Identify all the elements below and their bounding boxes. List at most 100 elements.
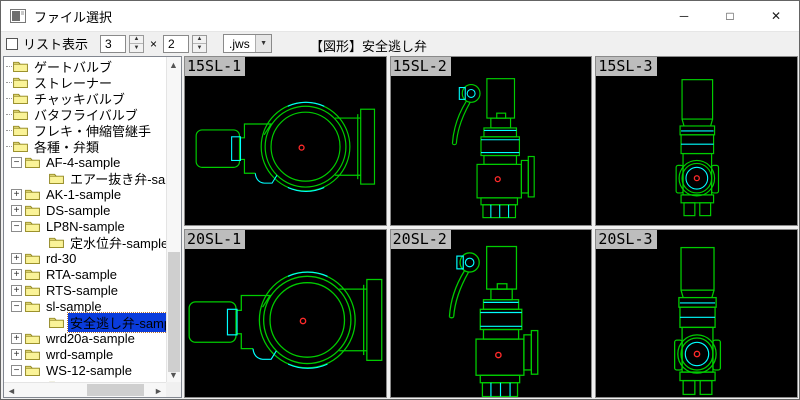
tree-item-label: 定水位弁-sample: [70, 235, 166, 251]
thumbnail-tile[interactable]: 15SL-1: [184, 56, 387, 226]
tree-item-label: wrd-sample: [46, 346, 114, 362]
thumbnail-tile[interactable]: 20SL-2: [389, 228, 593, 398]
filetype-dropdown[interactable]: .jws ▼: [223, 34, 273, 53]
cad-drawing-side-view: [451, 78, 535, 219]
folder-icon: [13, 125, 28, 136]
cad-drawing-front-view: [674, 246, 722, 395]
cad-drawing-front-view: [675, 79, 720, 217]
folder-icon: [13, 93, 28, 104]
figure-category-label: 【図形】安全逃し弁: [310, 39, 428, 54]
tree-item-label: エアー抜き弁-sam: [70, 171, 166, 187]
columns-up-button[interactable]: ▲: [130, 36, 144, 44]
app-icon: [10, 9, 26, 23]
tree-item[interactable]: + rd-30: [4, 250, 166, 266]
thumbnail-tile[interactable]: 20SL-1: [184, 228, 387, 398]
list-view-label: リスト表示: [23, 37, 89, 52]
tree-item[interactable]: − WS-12-sample: [4, 362, 166, 378]
expand-icon[interactable]: +: [11, 348, 22, 360]
toolbar: リスト表示 3 ▲ ▼ × 2 ▲ ▼ .jws ▼ 【図形】安全逃し弁: [1, 31, 799, 55]
tree-item-label: AK-1-sample: [46, 186, 122, 202]
tree-item[interactable]: + AK-1-sample: [4, 186, 166, 202]
cad-drawing-top-view: [195, 101, 376, 193]
tree-item-label: WS-12-sample: [46, 362, 132, 378]
tree-item[interactable]: + wrd-sample: [4, 346, 166, 362]
scroll-left-icon[interactable]: ◄: [4, 383, 19, 397]
minimize-button[interactable]: ─: [661, 1, 707, 31]
collapse-icon[interactable]: −: [11, 220, 22, 232]
folder-icon: [25, 285, 40, 296]
tree-item-label: 安全逃し弁-sample: [66, 311, 166, 333]
columns-input[interactable]: 3: [100, 34, 127, 53]
folder-icon: [25, 205, 40, 216]
tree-connector: [6, 81, 12, 83]
list-view-checkbox[interactable]: [6, 37, 18, 50]
rows-down-button[interactable]: ▼: [193, 44, 206, 52]
horizontal-scroll-thumb[interactable]: [87, 384, 144, 396]
tile-label: 15SL-2: [390, 57, 451, 76]
scroll-up-icon[interactable]: ▲: [166, 57, 181, 72]
tree-item-label: rd-30: [46, 250, 77, 266]
collapse-icon[interactable]: −: [11, 156, 22, 168]
tile-label: 20SL-1: [185, 229, 246, 249]
folder-icon: [25, 253, 40, 264]
rows-up-button[interactable]: ▲: [193, 36, 207, 44]
tree-item-label: RTA-sample: [46, 266, 118, 282]
expand-icon[interactable]: +: [11, 252, 22, 264]
tree-item[interactable]: 安全逃し弁-sample: [4, 311, 166, 333]
tree-item[interactable]: エアー抜き弁-sam: [4, 170, 166, 187]
folder-icon: [13, 109, 28, 120]
thumbnail-tile[interactable]: 15SL-2: [389, 56, 593, 226]
folder-icon: [25, 157, 40, 168]
vertical-scrollbar[interactable]: ▲ ▼: [166, 57, 181, 382]
maximize-button[interactable]: □: [707, 1, 753, 31]
tree-item-label: LP8N-sample: [46, 218, 125, 234]
rows-input[interactable]: 2: [163, 34, 190, 53]
tree-item-label: DS-sample: [46, 202, 111, 218]
thumbnail-tile[interactable]: 15SL-3: [595, 56, 798, 226]
scroll-right-icon[interactable]: ►: [151, 383, 166, 397]
tree-item[interactable]: + wrd20a-sample: [4, 330, 166, 346]
scroll-down-icon[interactable]: ▼: [166, 367, 181, 382]
cad-drawing-side-view: [448, 245, 539, 397]
tree-item[interactable]: + RTS-sample: [4, 282, 166, 298]
close-button[interactable]: ✕: [753, 1, 799, 31]
tile-label: 15SL-3: [596, 57, 657, 76]
scrollbar-corner: [166, 382, 181, 397]
collapse-icon[interactable]: −: [11, 364, 22, 376]
filetype-value: .jws: [229, 37, 250, 51]
expand-icon[interactable]: +: [11, 284, 22, 296]
folder-icon: [25, 301, 40, 312]
expand-icon[interactable]: +: [11, 204, 22, 216]
tree: ゲートバルブ ストレーナー チャッキバルブ バタフライバルブ フレキ・伸縮管継手 各種・弁…: [4, 58, 166, 382]
tree-item[interactable]: 各種・弁類: [4, 138, 166, 155]
expand-icon[interactable]: +: [11, 332, 22, 344]
chevron-down-icon[interactable]: ▼: [255, 35, 272, 52]
content-area: ゲートバルブ ストレーナー チャッキバルブ バタフライバルブ フレキ・伸縮管継手 各種・弁…: [1, 56, 799, 399]
folder-tree-panel: ゲートバルブ ストレーナー チャッキバルブ バタフライバルブ フレキ・伸縮管継手 各種・弁…: [3, 56, 182, 398]
horizontal-scrollbar[interactable]: ◄ ►: [4, 382, 166, 397]
tile-label: 20SL-3: [596, 229, 657, 249]
folder-icon: [49, 237, 64, 248]
folder-icon: [25, 269, 40, 280]
collapse-icon[interactable]: −: [11, 300, 22, 312]
columns-spinner: ▲ ▼: [129, 34, 145, 53]
folder-icon: [13, 77, 28, 88]
tree-connector: [6, 97, 12, 99]
folder-icon: [49, 173, 64, 184]
expand-icon[interactable]: +: [11, 188, 22, 200]
vertical-scroll-thumb[interactable]: [168, 252, 180, 372]
tree-item[interactable]: + DS-sample: [4, 202, 166, 218]
thumbnail-tile[interactable]: 20SL-3: [595, 228, 798, 398]
tree-connector: [6, 129, 12, 131]
titlebar: ファイル選択 ─ □ ✕: [1, 1, 799, 31]
folder-icon: [25, 333, 40, 344]
tree-item-label: RTS-sample: [46, 282, 119, 298]
tree-item[interactable]: 定水位弁-sample: [4, 234, 166, 251]
tree-item[interactable]: + RTA-sample: [4, 266, 166, 282]
rows-spinner: ▲ ▼: [192, 34, 208, 53]
tile-label: 15SL-1: [185, 57, 246, 76]
expand-icon[interactable]: +: [11, 268, 22, 280]
thumbnail-grid: 15SL-1 15SL-2 15SL-3 20SL-1 20SL-2 20SL-3: [184, 56, 798, 398]
columns-down-button[interactable]: ▼: [130, 44, 143, 52]
folder-icon: [13, 141, 28, 152]
